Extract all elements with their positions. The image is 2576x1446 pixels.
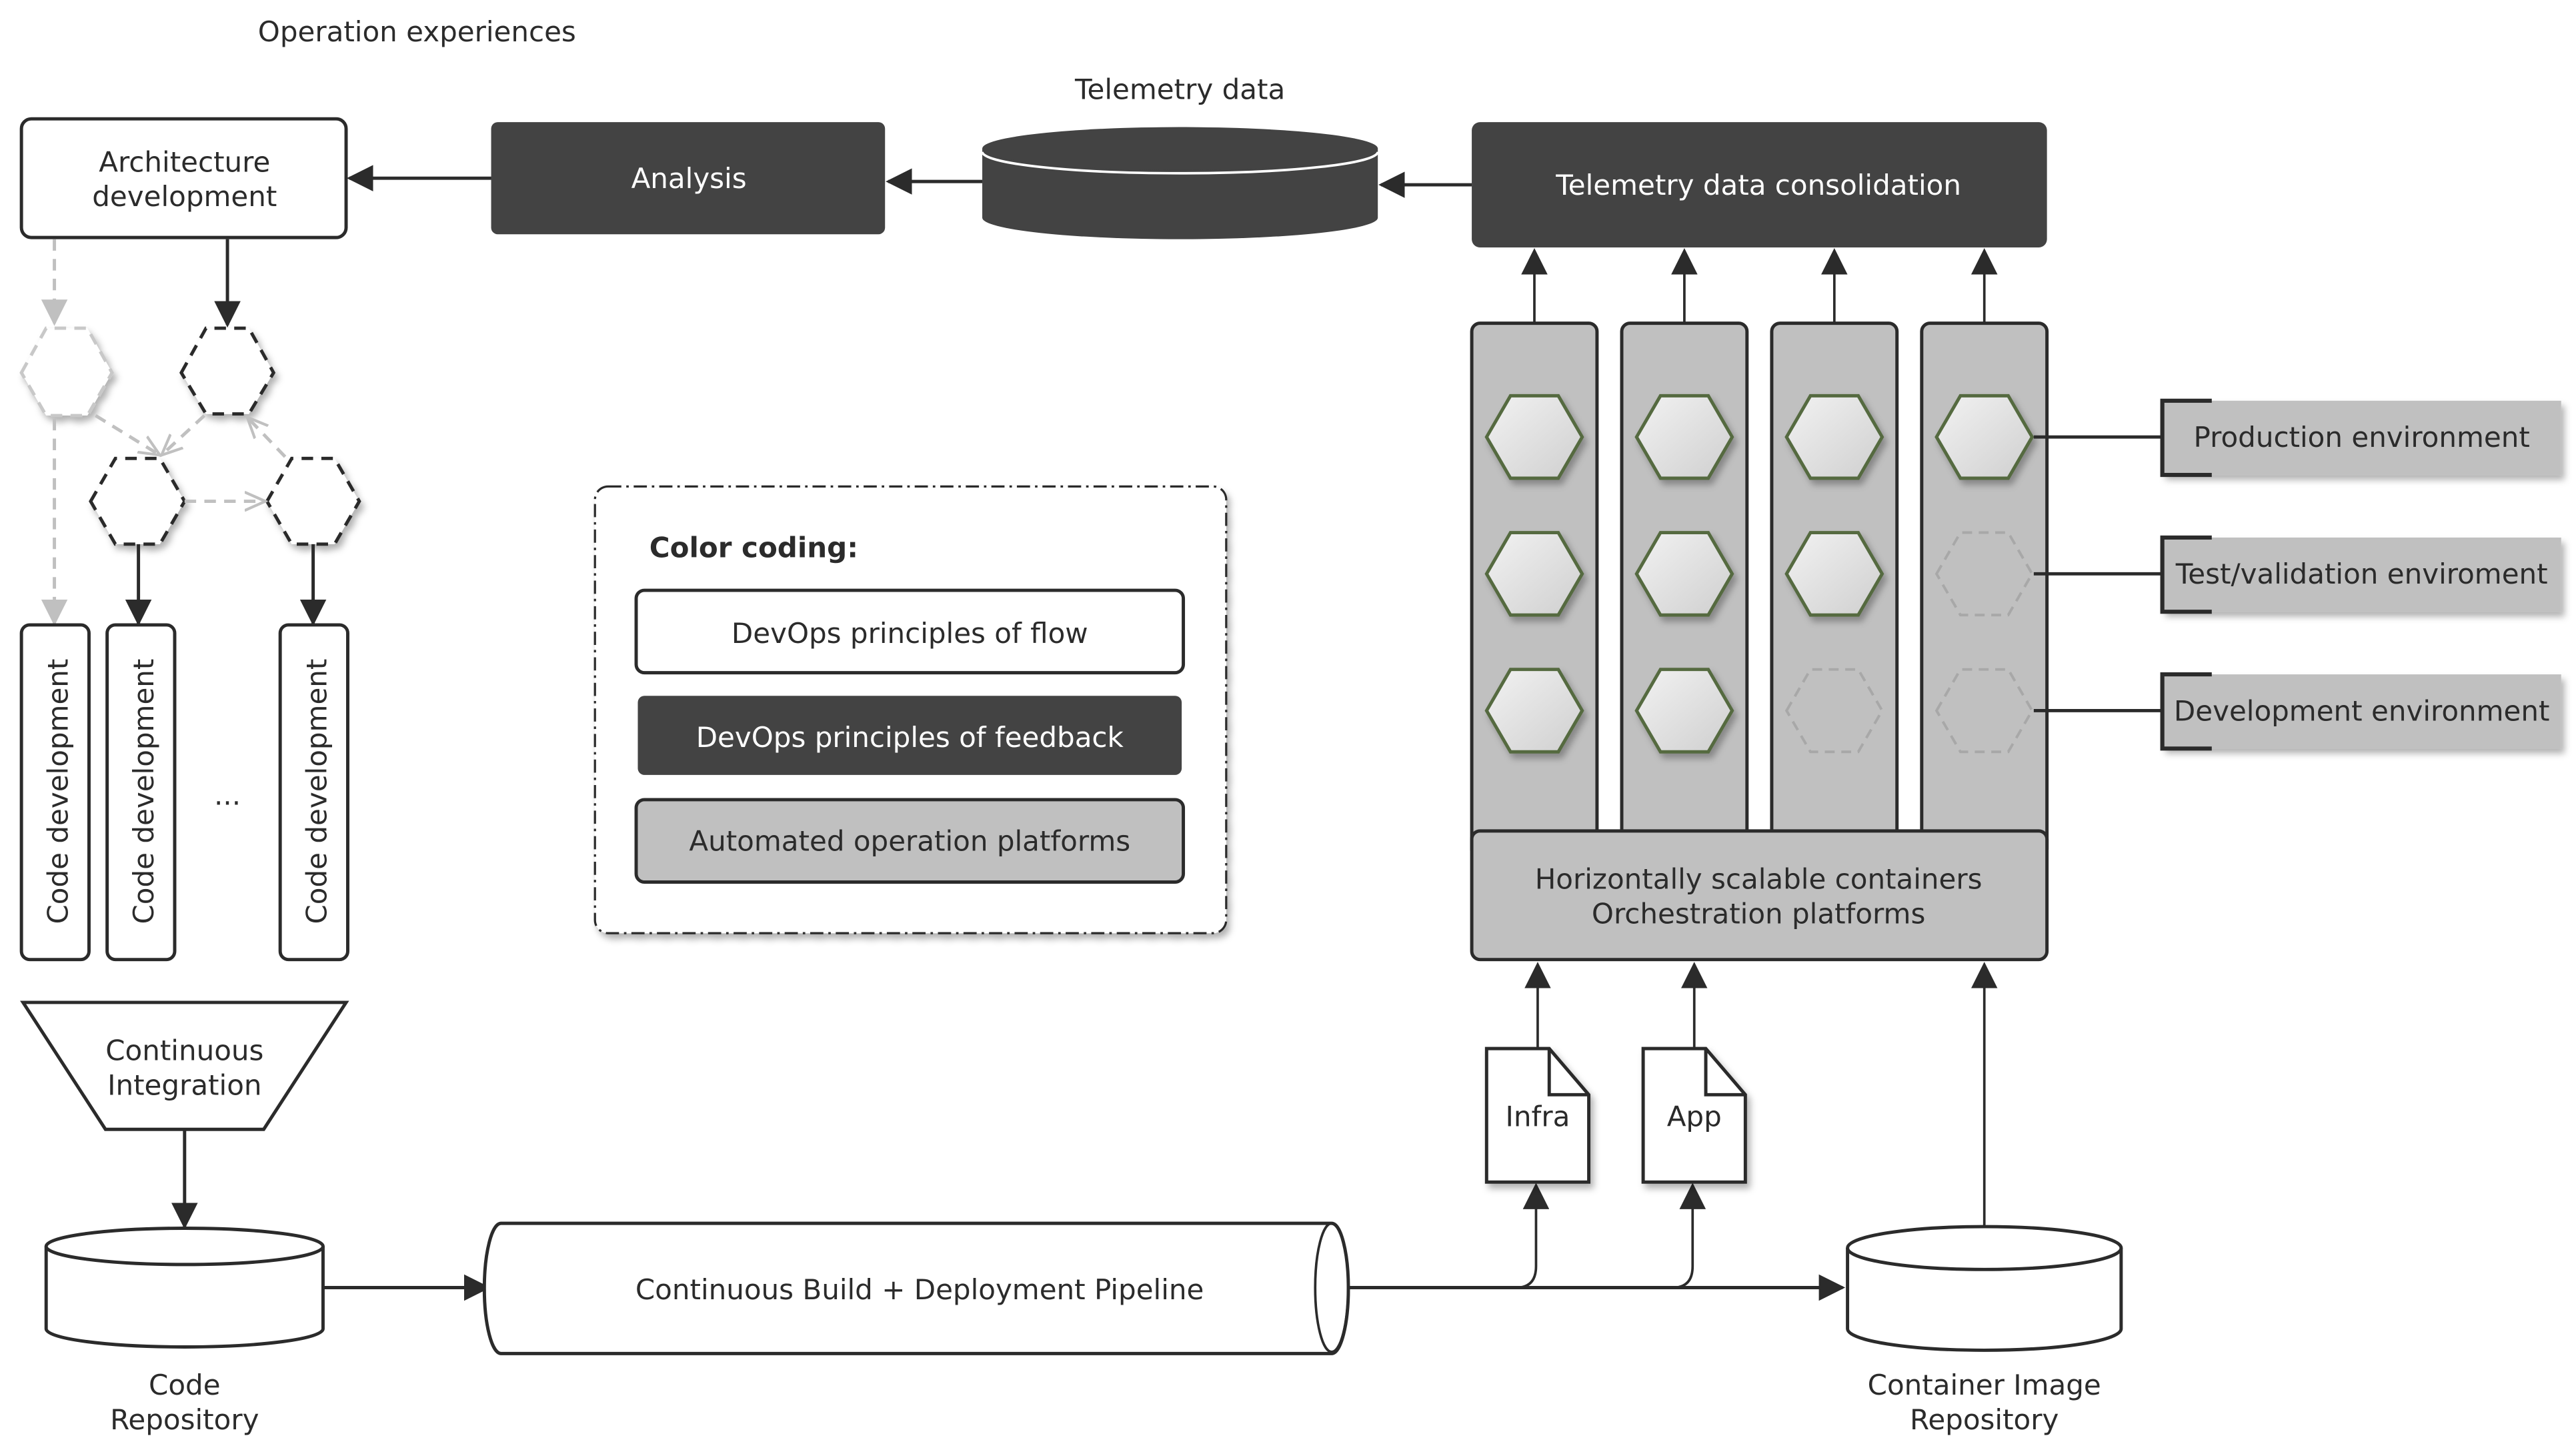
color-legend: Color coding: DevOps principles of flow …	[593, 485, 1228, 934]
environment-1[interactable]: Production environment	[2033, 398, 2561, 478]
legend-item-platform: Automated operation platforms	[634, 798, 1186, 884]
architecture-development-box[interactable]: Architecture development	[19, 117, 348, 239]
environment-labels: Production environment Test/validation en…	[2033, 398, 2561, 751]
arrow-pipeline-to-infra	[1516, 1183, 1550, 1289]
cluster-column-1[interactable]	[1470, 247, 1599, 859]
devops-diagram: Operation experiences Telemetry data Arc…	[19, 15, 2561, 1437]
deployment-pipeline[interactable]: Continuous Build + Deployment Pipeline	[482, 1221, 1350, 1355]
environment-label: Development environment	[2174, 694, 2550, 727]
legend-item-flow: DevOps principles of flow	[634, 588, 1186, 675]
orchestration-label-1: Horizontally scalable containers	[1535, 862, 1983, 895]
ci-label-2: Integration	[107, 1068, 261, 1101]
code-repo-label-1: Code	[149, 1369, 221, 1401]
cluster-column-4[interactable]	[1920, 247, 2049, 859]
operation-experiences-label: Operation experiences	[258, 15, 576, 48]
ci-label-1: Continuous	[105, 1034, 263, 1066]
analysis-label: Analysis	[631, 162, 747, 195]
pipeline-label: Continuous Build + Deployment Pipeline	[635, 1273, 1204, 1306]
hex-service-top	[179, 326, 276, 416]
architecture-label-2: development	[92, 180, 277, 213]
telemetry-consolidation-box[interactable]: Telemetry data consolidation	[1472, 122, 2047, 247]
app-document[interactable]: App	[1641, 1046, 1747, 1184]
environment-label: Test/validation enviroment	[2175, 558, 2548, 590]
code-repo-label-2: Repository	[110, 1403, 259, 1436]
legend-item-feedback: DevOps principles of feedback	[637, 696, 1182, 775]
arrow-top-to-mid	[161, 414, 206, 455]
hex-ghost-service	[19, 326, 114, 418]
code-development-3[interactable]: Code development	[278, 623, 349, 962]
orchestration-label-2: Orchestration platforms	[1592, 897, 1925, 930]
app-label: App	[1667, 1100, 1722, 1133]
hex-service-mid-right	[265, 456, 361, 546]
container-image-repository[interactable]: Container Image Repository	[1846, 1225, 2123, 1436]
code-development-label: Code development	[41, 659, 74, 924]
infra-label: Infra	[1506, 1100, 1570, 1133]
code-development-label: Code development	[127, 659, 160, 924]
environment-3[interactable]: Development environment	[2033, 672, 2561, 751]
orchestration-platform[interactable]: Horizontally scalable containers Orchest…	[1470, 829, 2049, 962]
cluster-column-2[interactable]	[1620, 247, 1749, 859]
container-repo-label-2: Repository	[1910, 1403, 2059, 1436]
arrow-right-to-top	[247, 418, 287, 458]
legend-flow-label: DevOps principles of flow	[732, 617, 1088, 650]
ellipsis: ...	[214, 778, 241, 811]
environment-label: Production environment	[2194, 421, 2530, 454]
legend-platform-label: Automated operation platforms	[689, 825, 1130, 858]
telemetry-consolidation-label: Telemetry data consolidation	[1555, 169, 1961, 201]
analysis-box[interactable]: Analysis	[491, 122, 886, 235]
hex-service-mid-left	[89, 456, 187, 546]
telemetry-data-store[interactable]	[981, 127, 1380, 239]
code-development-1[interactable]: Code development	[19, 623, 91, 962]
container-repo-label-1: Container Image	[1868, 1369, 2101, 1401]
legend-title: Color coding:	[650, 532, 858, 564]
cluster-column-3[interactable]	[1770, 247, 1899, 859]
continuous-integration[interactable]: Continuous Integration	[20, 1000, 349, 1131]
arrow-pipeline-to-app	[1672, 1183, 1706, 1289]
telemetry-data-label: Telemetry data	[1074, 73, 1285, 106]
code-development-label: Code development	[300, 659, 333, 924]
code-repository[interactable]: Code Repository	[44, 1227, 325, 1437]
cluster-columns	[1470, 247, 2049, 859]
code-development-2[interactable]: Code development	[105, 623, 177, 962]
infra-document[interactable]: Infra	[1484, 1046, 1591, 1184]
architecture-label-1: Architecture	[99, 145, 270, 178]
arrow-ghost-to-mid	[95, 414, 159, 455]
legend-feedback-label: DevOps principles of feedback	[696, 721, 1124, 754]
environment-2[interactable]: Test/validation enviroment	[2033, 535, 2561, 614]
